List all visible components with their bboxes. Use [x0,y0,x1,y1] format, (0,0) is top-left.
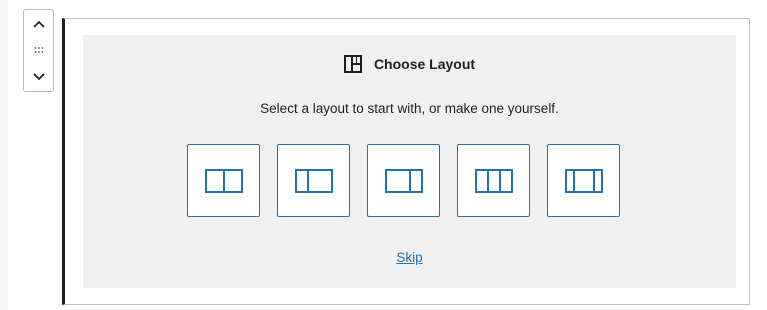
editor-gutter [0,0,8,310]
drag-handle-button[interactable] [24,38,53,62]
drag-handle-icon [34,47,43,53]
placeholder-title-label: Choose Layout [373,56,476,72]
layout-option-25-50-25[interactable] [547,144,620,217]
columns-block-icon [343,55,362,73]
layout-option-33-66[interactable] [277,144,350,217]
placeholder-title: Choose Layout [83,55,736,73]
skip-link[interactable]: Skip [396,250,422,265]
two-columns-two-thirds-one-third-icon [384,168,423,193]
three-columns-icon [474,168,513,193]
two-columns-icon [204,168,243,193]
chevron-up-icon [32,20,45,28]
layout-option-33-33-33[interactable] [457,144,530,217]
move-down-button[interactable] [24,64,53,90]
chevron-down-icon [32,73,45,81]
move-up-button[interactable] [24,11,53,37]
layout-options [187,144,620,219]
block-mover [23,9,54,92]
layout-option-50-50[interactable] [187,144,260,217]
placeholder-instructions: Select a layout to start with, or make o… [260,101,559,116]
skip-container: Skip [83,250,736,265]
three-columns-wide-center-icon [564,168,603,193]
columns-placeholder: Choose Layout Select a layout to start w… [83,35,736,288]
two-columns-one-third-two-thirds-icon [294,168,333,193]
layout-option-66-33[interactable] [367,144,440,217]
